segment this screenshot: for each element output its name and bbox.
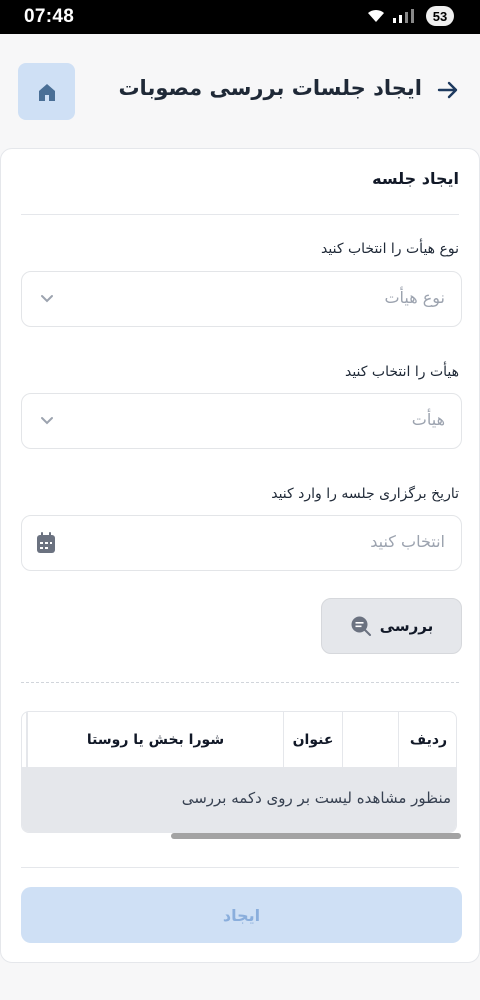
column-header-title: عنوان bbox=[283, 712, 342, 767]
search-list-icon bbox=[351, 616, 371, 636]
title-divider bbox=[21, 214, 459, 215]
signal-icon bbox=[393, 9, 414, 23]
create-button[interactable]: ایجاد bbox=[21, 887, 462, 943]
bottom-divider bbox=[21, 867, 459, 868]
board-type-label: نوع هیأت را انتخاب کنید bbox=[321, 241, 459, 257]
create-button-label: ایجاد bbox=[222, 905, 261, 925]
page-title: ایجاد جلسات بررسی مصوبات bbox=[118, 76, 422, 100]
card-title: ایجاد جلسه bbox=[372, 169, 459, 188]
review-button-label: بررسی bbox=[379, 617, 434, 635]
app-header: ایجاد جلسات بررسی مصوبات bbox=[0, 34, 480, 150]
column-header-edge bbox=[22, 712, 27, 767]
board-select[interactable]: هیأت bbox=[21, 393, 462, 449]
date-placeholder: انتخاب کنید bbox=[370, 532, 445, 551]
board-label: هیأت را انتخاب کنید bbox=[344, 364, 459, 380]
column-header-blank bbox=[342, 712, 398, 767]
board-type-placeholder: نوع هیأت bbox=[384, 288, 445, 307]
home-icon bbox=[38, 83, 55, 101]
board-placeholder: هیأت bbox=[411, 410, 445, 429]
sessions-table[interactable]: ردیف عنوان شورا بخش یا روستا به منظور مش… bbox=[21, 711, 457, 833]
status-icons: 53 bbox=[366, 6, 454, 26]
calendar-icon bbox=[37, 532, 55, 553]
status-bar: 07:48 53 bbox=[0, 0, 480, 34]
arrow-right-icon[interactable] bbox=[436, 78, 460, 102]
empty-message: به منظور مشاهده لیست بر روی دکمه بررسی bbox=[181, 789, 457, 807]
table-scrollbar[interactable] bbox=[171, 833, 461, 839]
column-header-row-number: ردیف bbox=[398, 712, 456, 767]
chevron-down-icon bbox=[41, 295, 53, 303]
wifi-icon bbox=[368, 9, 384, 22]
date-picker-field[interactable]: انتخاب کنید bbox=[21, 515, 462, 571]
date-label: تاریخ برگزاری جلسه را وارد کنید bbox=[271, 486, 459, 502]
board-type-select[interactable]: نوع هیأت bbox=[21, 271, 462, 327]
section-divider bbox=[21, 682, 459, 683]
column-header-council: شورا بخش یا روستا bbox=[27, 712, 283, 767]
home-button[interactable] bbox=[18, 63, 75, 120]
review-button[interactable]: بررسی bbox=[321, 598, 462, 654]
battery-indicator: 53 bbox=[426, 6, 454, 26]
status-time: 07:48 bbox=[24, 6, 75, 27]
create-session-card: ایجاد جلسه نوع هیأت را انتخاب کنید نوع ه… bbox=[0, 148, 480, 963]
chevron-down-icon bbox=[41, 417, 53, 425]
table-empty-row: به منظور مشاهده لیست بر روی دکمه بررسی bbox=[22, 767, 457, 832]
